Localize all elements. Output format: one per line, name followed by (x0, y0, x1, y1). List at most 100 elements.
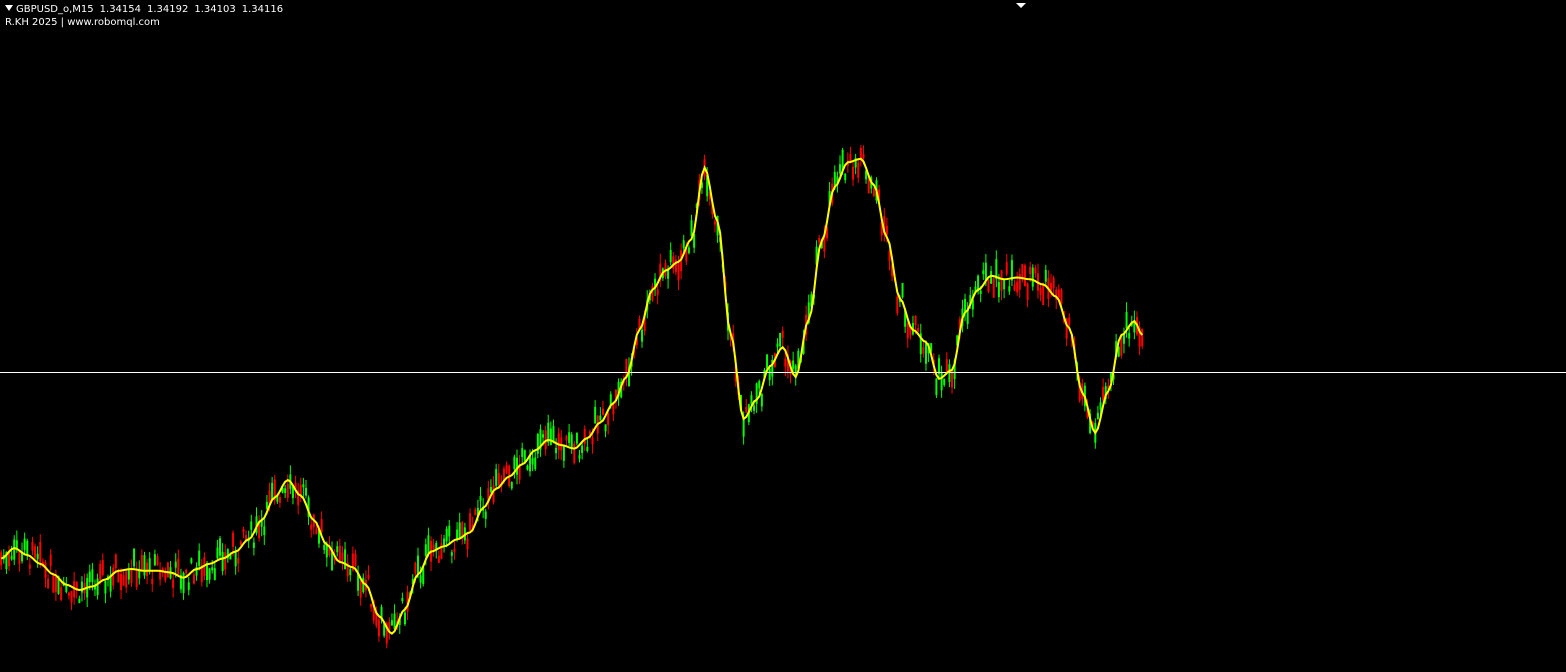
candle-body (403, 612, 406, 625)
candle-body (573, 443, 576, 464)
candle-body (526, 465, 529, 470)
candle-body (10, 555, 13, 560)
candle-body (354, 553, 357, 566)
chart-area[interactable]: GBPUSD_o,M15 1.34154 1.34192 1.34103 1.34116… (0, 0, 1566, 672)
candle-body (555, 447, 558, 454)
candle-body (578, 455, 581, 459)
candle-body (263, 526, 266, 536)
candle-body (935, 378, 938, 396)
candle-body (852, 166, 855, 180)
candle-body (323, 544, 326, 551)
candle-body (1122, 334, 1125, 344)
candle-body (304, 487, 307, 496)
candle-body (510, 481, 513, 489)
candle-body (896, 296, 899, 314)
candle-body (104, 581, 107, 594)
candle-body (940, 372, 943, 391)
candle-body (583, 428, 586, 444)
low-price: 1.34103 (194, 4, 236, 15)
candle-body (28, 564, 31, 569)
candle-body (687, 247, 690, 254)
candle-body (951, 370, 954, 388)
candle-body (315, 528, 318, 535)
candle-body (190, 558, 193, 563)
candle-body (1099, 402, 1102, 410)
candle-body (414, 562, 417, 574)
candle-body (23, 538, 26, 551)
candle-body (1044, 269, 1047, 282)
candle-body (599, 415, 602, 421)
candle-body (1023, 265, 1026, 287)
candle-body (505, 464, 508, 473)
candle-body (489, 487, 492, 492)
candle-body (13, 539, 16, 560)
candle-body (78, 598, 81, 603)
candle-body (562, 446, 565, 461)
candle-body (239, 541, 242, 545)
candle-body (67, 592, 70, 596)
candle-body (344, 549, 347, 570)
candle-body (440, 543, 443, 559)
candle-body (948, 364, 951, 383)
candle-body (432, 544, 435, 550)
candle-body (54, 576, 57, 593)
candle-body (943, 378, 946, 386)
candle-body (445, 528, 448, 542)
candle-body (513, 456, 516, 470)
candle-body (146, 562, 149, 576)
candle-body (198, 550, 201, 566)
candle-body (1013, 284, 1016, 291)
candle-body (495, 469, 498, 486)
candle-body (523, 450, 526, 462)
dropdown-triangle-icon[interactable] (5, 5, 13, 11)
candle-body (166, 562, 169, 578)
candle-body (591, 437, 594, 445)
candle-body (1057, 289, 1060, 298)
candle-body (656, 289, 659, 296)
chart-info-header: GBPUSD_o,M15 1.34154 1.34192 1.34103 1.34116 (5, 4, 283, 16)
candle-body (641, 329, 644, 342)
candle-body (99, 564, 102, 581)
candle-body (1141, 329, 1144, 347)
candle-body (437, 555, 440, 563)
candle-body (1008, 286, 1011, 292)
candle-body (122, 575, 125, 586)
candle-body (766, 354, 769, 369)
candle-body (252, 542, 255, 548)
candle-body (211, 567, 214, 571)
candle-body (776, 343, 779, 348)
candle-body (586, 446, 589, 451)
price-chart[interactable] (0, 0, 1566, 672)
candle-body (393, 613, 396, 629)
candle-body (594, 407, 597, 424)
candle-body (682, 240, 685, 249)
candle-body (26, 540, 29, 556)
candle-body (299, 484, 302, 496)
candle-body (1039, 288, 1042, 295)
candle-body (531, 458, 534, 465)
candle-body (164, 573, 167, 581)
candle-body (581, 445, 584, 454)
candle-body (917, 328, 920, 332)
candle-body (601, 408, 604, 415)
close-price: 1.34116 (241, 4, 284, 15)
candle-body (792, 360, 795, 369)
candle-body (286, 484, 289, 498)
candle-body (552, 425, 555, 443)
candle-body (568, 432, 571, 443)
candle-body (120, 573, 123, 591)
candle-body (669, 250, 672, 263)
candle-body (885, 225, 888, 235)
candle-body (1031, 267, 1034, 287)
candle-body (349, 569, 352, 576)
candle-body (964, 298, 967, 312)
candle-body (177, 558, 180, 576)
candle-body (458, 522, 461, 539)
candle-body (849, 153, 852, 162)
candle-body (367, 574, 370, 579)
candle-body (607, 413, 610, 426)
candle-body (148, 558, 151, 571)
candle-body (1016, 281, 1019, 293)
candle-body (987, 279, 990, 292)
candle-body (862, 154, 865, 159)
